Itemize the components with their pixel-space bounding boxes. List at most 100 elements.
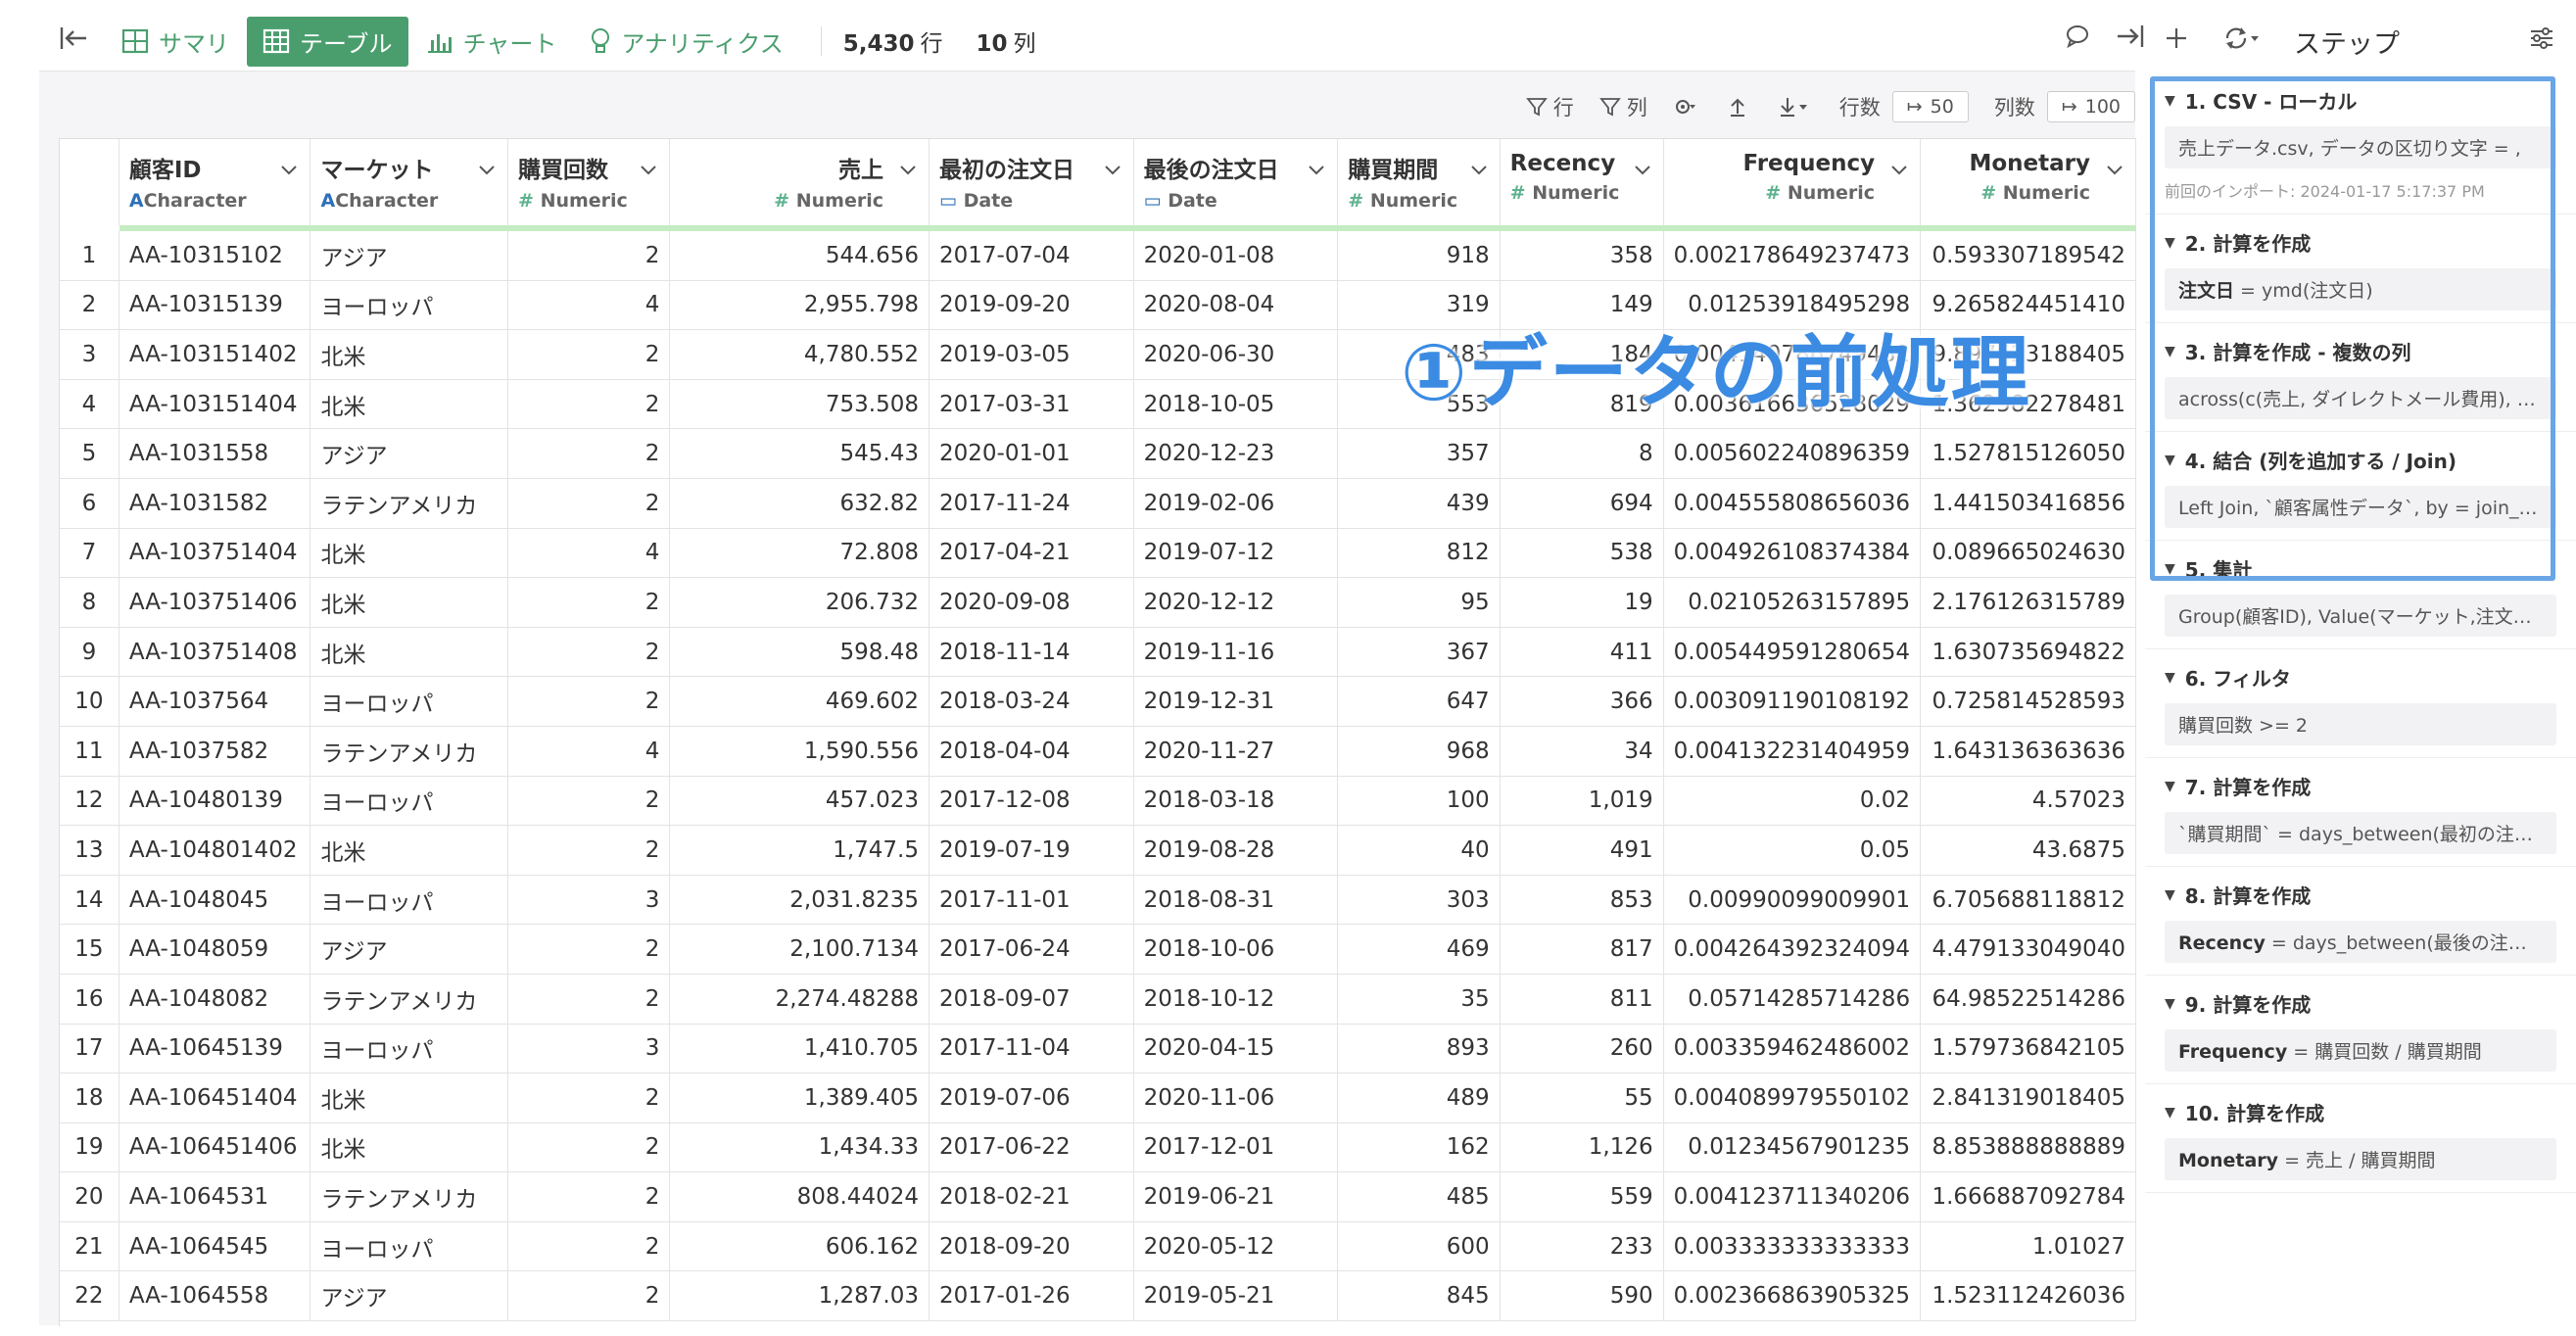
table-cell[interactable]: 4.57023 — [1920, 776, 2136, 827]
caret-down-icon[interactable]: ▼ — [2165, 235, 2175, 251]
table-cell[interactable]: 北米 — [310, 1073, 509, 1123]
table-cell[interactable]: 3 — [507, 875, 671, 926]
table-cell[interactable]: 3 — [507, 1024, 671, 1074]
step-item[interactable]: ▼ 3. 計算を作成 - 複数の列 across(c(売上, ダイレクトメール費用)… — [2145, 323, 2576, 432]
table-cell[interactable]: ラテンアメリカ — [310, 974, 509, 1025]
chevron-down-icon[interactable] — [1470, 157, 1488, 182]
table-cell[interactable]: 43.6875 — [1920, 825, 2136, 876]
table-cell[interactable]: 北米 — [310, 528, 509, 579]
table-cell[interactable]: 489 — [1337, 1073, 1501, 1123]
table-cell[interactable]: 2017-11-04 — [929, 1024, 1134, 1074]
table-cell[interactable]: 0.002366863905325 — [1663, 1270, 1922, 1322]
table-cell[interactable]: AA-103751408 — [119, 627, 311, 678]
table-cell[interactable]: 1.523112426036 — [1920, 1270, 2136, 1322]
chevron-down-icon[interactable] — [280, 157, 298, 182]
step-item[interactable]: ▼ 1. CSV - ローカル 売上データ.csv, データの区切り文字 = , 前回… — [2145, 72, 2576, 215]
table-cell[interactable]: 893 — [1337, 1024, 1501, 1074]
table-cell[interactable]: 845 — [1337, 1270, 1501, 1322]
table-cell[interactable]: AA-103751404 — [119, 528, 311, 579]
table-cell[interactable]: 2 — [507, 577, 671, 628]
table-cell[interactable]: 753.508 — [669, 379, 930, 430]
table-cell[interactable]: 0.003333333333333 — [1663, 1221, 1922, 1272]
table-cell[interactable]: 2019-09-20 — [929, 280, 1134, 331]
table-cell[interactable]: 2018-09-20 — [929, 1221, 1134, 1272]
table-cell[interactable]: 1.527815126050 — [1920, 428, 2136, 479]
step-title[interactable]: ▼ 5. 集計 — [2165, 554, 2556, 583]
table-cell[interactable]: 2018-10-05 — [1133, 379, 1339, 430]
table-cell[interactable]: 694 — [1500, 478, 1664, 529]
step-title[interactable]: ▼ 1. CSV - ローカル — [2165, 86, 2556, 115]
table-cell[interactable]: 4.479133049040 — [1920, 924, 2136, 975]
table-cell[interactable]: 1,747.5 — [669, 825, 930, 876]
table-cell[interactable]: 2019-07-19 — [929, 825, 1134, 876]
table-cell[interactable]: 2019-08-28 — [1133, 825, 1339, 876]
table-cell[interactable]: 811 — [1500, 974, 1664, 1025]
tab-summary[interactable]: サマリ — [121, 24, 229, 59]
table-cell[interactable]: 853 — [1500, 875, 1664, 926]
add-step-icon[interactable] — [2165, 26, 2188, 57]
table-cell[interactable]: 0.004555808656036 — [1663, 478, 1922, 529]
table-cell[interactable]: ラテンアメリカ — [310, 1171, 509, 1222]
table-cell[interactable]: 0.593307189542 — [1920, 228, 2136, 281]
chevron-down-icon[interactable] — [1104, 157, 1121, 182]
table-cell[interactable]: 2 — [507, 825, 671, 876]
step-command[interactable]: 売上データ.csv, データの区切り文字 = , — [2165, 126, 2556, 168]
table-cell[interactable]: 162 — [1337, 1122, 1501, 1173]
table-cell[interactable]: AA-1048082 — [119, 974, 311, 1025]
table-cell[interactable]: 100 — [1337, 776, 1501, 827]
step-item[interactable]: ▼ 5. 集計 Group(顧客ID), Value(マーケット,注文日,売上) — [2145, 541, 2576, 649]
table-cell[interactable]: 559 — [1500, 1171, 1664, 1222]
step-item[interactable]: ▼ 8. 計算を作成 Recency = days_between(最後の注文日, … — [2145, 867, 2576, 976]
table-cell[interactable]: 1.666887092784 — [1920, 1171, 2136, 1222]
table-cell[interactable]: 2020-11-27 — [1133, 726, 1339, 777]
chevron-down-icon[interactable] — [2106, 157, 2123, 182]
table-cell[interactable]: 0.05714285714286 — [1663, 974, 1922, 1025]
table-cell[interactable]: 2.176126315789 — [1920, 577, 2136, 628]
step-command[interactable]: Left Join, `顧客属性データ`, by = join_by(顧客ID) — [2165, 486, 2556, 528]
step-title[interactable]: ▼ 10. 計算を作成 — [2165, 1098, 2556, 1126]
table-cell[interactable]: 0.005449591280654 — [1663, 627, 1922, 678]
collapse-left-icon[interactable] — [59, 25, 88, 57]
table-cell[interactable]: ラテンアメリカ — [310, 478, 509, 529]
table-cell[interactable]: 2018-11-14 — [929, 627, 1134, 678]
table-cell[interactable]: 2018-08-31 — [1133, 875, 1339, 926]
table-cell[interactable]: 2,274.48288 — [669, 974, 930, 1025]
table-cell[interactable]: 2020-08-04 — [1133, 280, 1339, 331]
tab-chart[interactable]: チャート — [426, 24, 556, 59]
table-cell[interactable]: 366 — [1500, 676, 1664, 727]
table-cell[interactable]: 1.630735694822 — [1920, 627, 2136, 678]
collapse-right-icon[interactable] — [2116, 24, 2145, 55]
table-cell[interactable]: 600 — [1337, 1221, 1501, 1272]
table-cell[interactable]: AA-106451404 — [119, 1073, 311, 1123]
table-cell[interactable]: 1,019 — [1500, 776, 1664, 827]
step-item[interactable]: ▼ 2. 計算を作成 注文日 = ymd(注文日) — [2145, 215, 2576, 323]
table-cell[interactable]: 2 — [507, 329, 671, 380]
table-cell[interactable]: 1.441503416856 — [1920, 478, 2136, 529]
table-cell[interactable]: 北米 — [310, 379, 509, 430]
table-cell[interactable]: 北米 — [310, 577, 509, 628]
table-cell[interactable]: 469.602 — [669, 676, 930, 727]
tab-table[interactable]: テーブル — [247, 16, 408, 67]
table-cell[interactable]: 0.004089979550102 — [1663, 1073, 1922, 1123]
table-cell[interactable]: 2020-12-12 — [1133, 577, 1339, 628]
chevron-down-icon[interactable] — [640, 157, 657, 182]
column-header[interactable]: 購買期間 # Numeric — [1337, 139, 1501, 231]
table-cell[interactable]: 1,126 — [1500, 1122, 1664, 1173]
step-command[interactable]: Monetary = 売上 / 購買期間 — [2165, 1138, 2556, 1180]
table-cell[interactable]: 357 — [1337, 428, 1501, 479]
column-header[interactable]: 最初の注文日 ▭ Date — [929, 139, 1134, 231]
table-cell[interactable]: アジア — [310, 428, 509, 479]
column-header[interactable]: 顧客ID ACharacter — [119, 139, 311, 231]
table-cell[interactable]: 485 — [1337, 1171, 1501, 1222]
table-cell[interactable]: 0.00990099009901 — [1663, 875, 1922, 926]
table-cell[interactable]: 0.02105263157895 — [1663, 577, 1922, 628]
comment-icon[interactable] — [2065, 24, 2090, 55]
table-cell[interactable]: 2 — [507, 974, 671, 1025]
table-cell[interactable]: アジア — [310, 228, 509, 281]
table-cell[interactable]: ラテンアメリカ — [310, 726, 509, 777]
table-cell[interactable]: 2020-12-23 — [1133, 428, 1339, 479]
column-limit-input[interactable]: ↦ 100 — [2046, 91, 2135, 122]
table-cell[interactable]: 1,287.03 — [669, 1270, 930, 1322]
table-cell[interactable]: 2,031.8235 — [669, 875, 930, 926]
table-cell[interactable]: 2017-04-21 — [929, 528, 1134, 579]
